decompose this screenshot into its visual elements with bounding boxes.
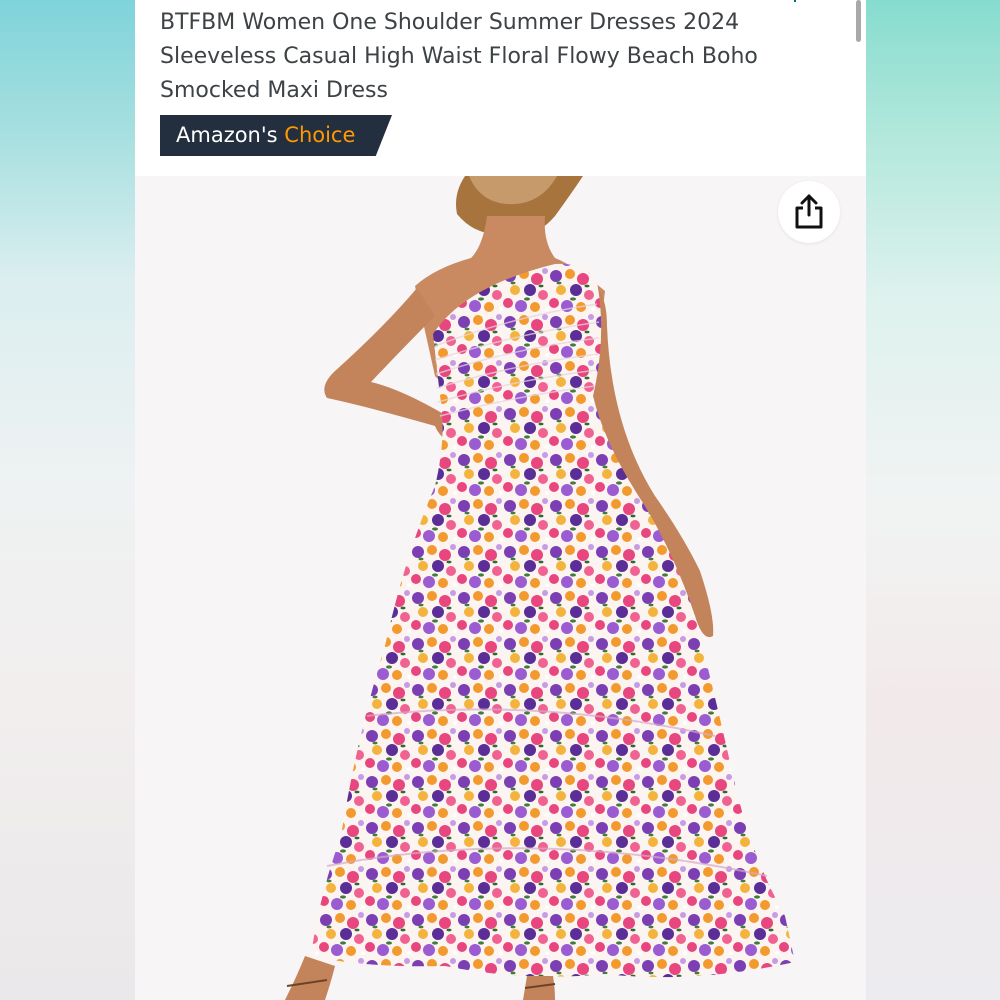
product-title: BTFBM Women One Shoulder Summer Dresses … (160, 10, 758, 103)
partial-link-mark (788, 0, 796, 2)
blurred-background-left (0, 0, 135, 1000)
product-page: BTFBM Women One Shoulder Summer Dresses … (135, 0, 866, 1000)
blurred-background-right (866, 0, 1000, 1000)
scrollbar[interactable] (856, 0, 861, 42)
product-header: BTFBM Women One Shoulder Summer Dresses … (135, 0, 866, 176)
share-button[interactable] (778, 181, 840, 243)
badge-accent: Choice (284, 123, 356, 147)
product-image[interactable] (135, 176, 866, 1000)
amazons-choice-badge: Amazon's Choice (160, 115, 392, 156)
model-in-floral-dress-image (285, 176, 795, 1000)
share-icon (795, 194, 823, 229)
badge-prefix: Amazon's (176, 123, 278, 147)
